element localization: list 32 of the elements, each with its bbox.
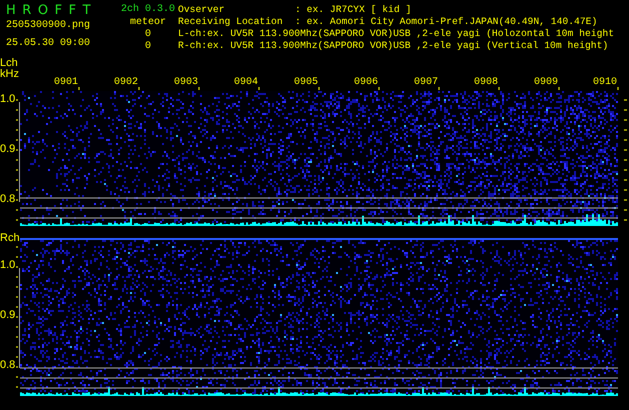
antenna-info: L-ch:ex. UV5R 113.900Mhz(SAPPORO VOR)USB ,2-ele yagi (Holozontal 10m height xyxy=(178,28,614,40)
time-label: 0910 xyxy=(592,77,617,88)
meteor-label: meteor xyxy=(130,17,166,29)
time-label: 0905 xyxy=(294,77,318,88)
time-label: 0908 xyxy=(474,77,498,88)
time-label: 0907 xyxy=(414,77,438,88)
unit-label: kHz xyxy=(0,68,19,80)
frequency-label: 1.0 xyxy=(0,93,16,105)
frequency-label: 0.8 xyxy=(0,359,16,371)
channel-label: Lch xyxy=(0,57,18,69)
info-value: : ex. Aomori City Aomori-Pref.JAPAN(40.49N, 140.47E) xyxy=(295,16,598,28)
time-label: 0904 xyxy=(234,77,258,88)
frequency-label: 0.9 xyxy=(0,143,16,155)
time-label: 0906 xyxy=(354,77,378,88)
frequency-label: 1.0 xyxy=(0,259,16,271)
meteor-count: 0 xyxy=(144,29,151,41)
app-name: H R O F F T xyxy=(6,3,93,20)
channel-label: Rch xyxy=(0,232,20,244)
time-label: 0901 xyxy=(54,77,78,88)
time-label: 0903 xyxy=(174,77,198,88)
time-label: 0902 xyxy=(114,77,138,88)
timestamp: 25.05.30 09:00 xyxy=(6,38,92,50)
frequency-label: 0.8 xyxy=(0,193,16,205)
meteor-count: 0 xyxy=(144,41,151,53)
info-label: Receiving Location xyxy=(178,16,284,28)
info-value: : ex. JR7CYX [ kid ] xyxy=(295,4,412,16)
frequency-label: 0.9 xyxy=(0,309,16,321)
version-label: 2ch 0.3.0 xyxy=(120,3,175,17)
file-name: 2505300900.png xyxy=(6,20,92,32)
time-label: 0909 xyxy=(534,77,558,88)
info-label: Ovserver xyxy=(178,4,226,16)
antenna-info: R-ch:ex. UV5R 113.900Mhz(SAPPORO VOR)USB ,2-ele yagi (Vertical 10m height) xyxy=(178,40,608,52)
